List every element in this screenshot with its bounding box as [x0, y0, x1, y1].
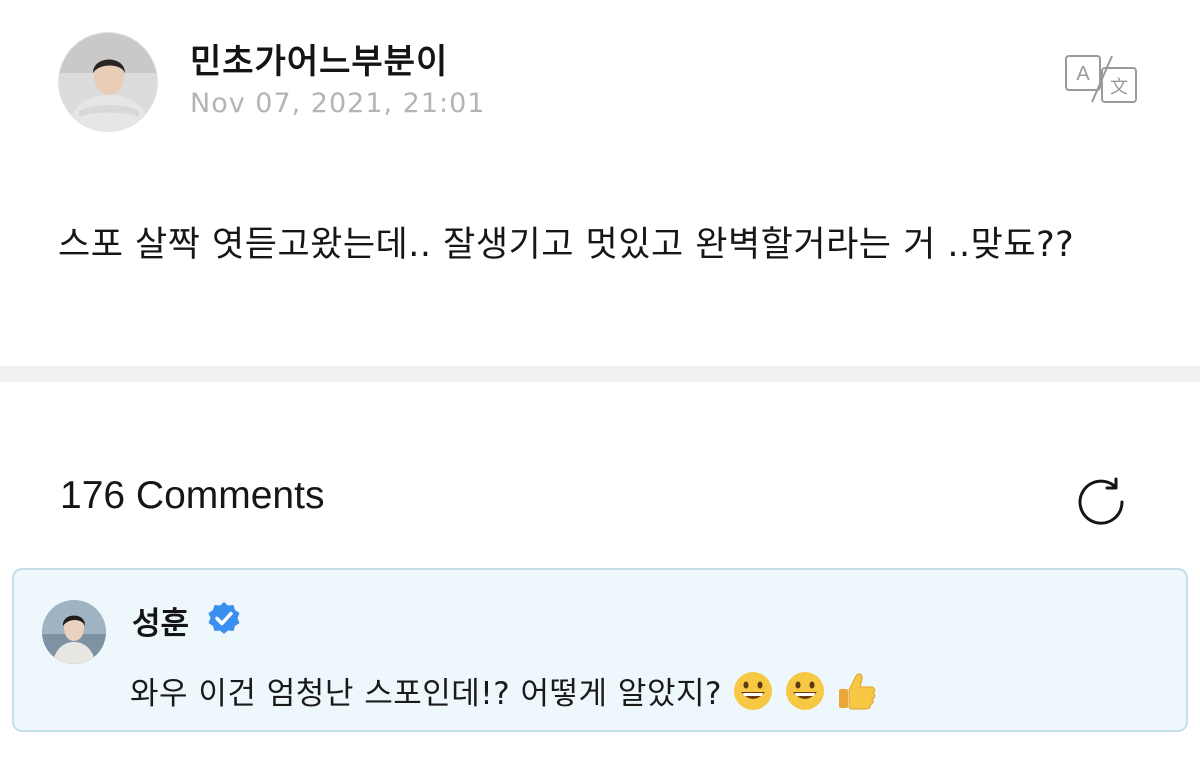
svg-text:文: 文: [1110, 77, 1128, 98]
comment-text: 와우 이건 엄청난 스포인데!? 어떻게 알았지?: [130, 668, 878, 713]
comments-header: 176 Comments: [0, 382, 1200, 562]
post-body: 스포 살짝 엿듣고왔는데.. 잘생기고 멋있고 완벽할거라는 거 ..맞됴??: [58, 225, 1075, 265]
refresh-icon: [1078, 477, 1124, 525]
thumbs-up-emoji: [838, 672, 876, 709]
grinning-face-emoji: [785, 671, 824, 710]
refresh-button[interactable]: [1070, 470, 1134, 534]
svg-text:A: A: [1076, 63, 1090, 85]
section-divider: [0, 366, 1200, 382]
post-timestamp: Nov 07, 2021, 21:01: [190, 88, 486, 119]
translate-button[interactable]: A 文: [1062, 52, 1142, 106]
comments-count: 176 Comments: [60, 474, 325, 517]
commenter-avatar[interactable]: [42, 600, 106, 664]
verified-badge: [206, 600, 242, 636]
author-name[interactable]: 민초가어느부분이: [190, 34, 448, 83]
post: 민초가어느부분이 Nov 07, 2021, 21:01 A 文 스포 살짝 엿…: [0, 0, 1200, 366]
grinning-face-emoji: [733, 671, 772, 710]
verified-check-icon: [208, 602, 240, 634]
comment-text-body: 와우 이건 엄청난 스포인데!? 어떻게 알았지?: [130, 676, 722, 712]
translate-icon: A 文: [1065, 55, 1137, 103]
comment-item[interactable]: 성훈 와우 이건 엄청난 스포인데!? 어떻게 알았지?: [12, 568, 1188, 732]
commenter-name[interactable]: 성훈: [132, 598, 189, 643]
author-avatar[interactable]: [58, 32, 158, 132]
